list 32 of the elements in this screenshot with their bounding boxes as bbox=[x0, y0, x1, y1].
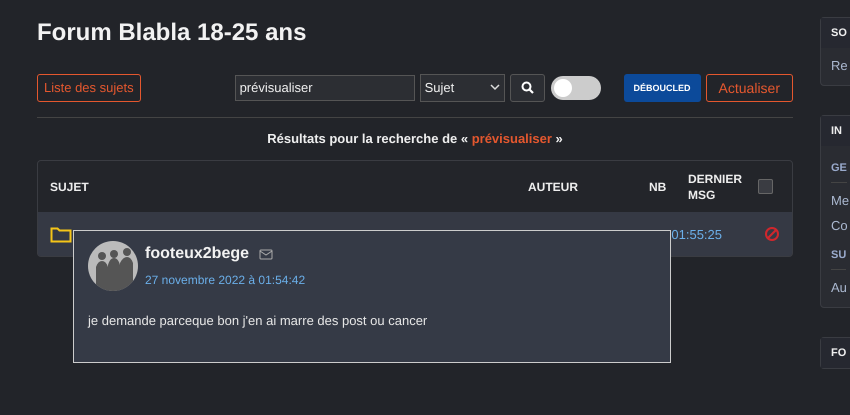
section-heading: GE bbox=[831, 156, 847, 183]
panel-title: IN bbox=[831, 125, 842, 137]
search-type-select[interactable]: Sujet bbox=[420, 74, 505, 102]
topics-list-button[interactable]: Liste des sujets bbox=[37, 74, 141, 102]
folder-icon bbox=[50, 226, 72, 242]
sidebar-link[interactable]: Re bbox=[831, 58, 848, 73]
sidebar-link[interactable]: Au bbox=[831, 280, 847, 295]
message-text: je demande parceque bon j'en ai marre des post ou cancer bbox=[88, 313, 428, 328]
search-results-heading: Résultats pour la recherche de « prévisualiser » bbox=[266, 131, 564, 146]
panel-title: SO bbox=[831, 27, 847, 39]
page-title: Forum Blabla 18-25 ans bbox=[37, 19, 308, 47]
post-date: 27 novembre 2022 à 01:54:42 bbox=[145, 273, 306, 287]
column-header: SUJET bbox=[49, 180, 90, 194]
debloque-button[interactable]: DÉBOUCLED bbox=[624, 74, 701, 102]
refresh-button[interactable]: Actualiser bbox=[706, 74, 793, 102]
column-header: DERNIER MSG bbox=[688, 170, 744, 202]
column-header: AUTEUR bbox=[528, 180, 579, 194]
chevron-down-icon bbox=[490, 84, 500, 91]
panel-title: FO bbox=[831, 347, 846, 359]
search-button[interactable] bbox=[510, 74, 545, 102]
toggle-switch[interactable] bbox=[550, 76, 601, 100]
section-heading: SU bbox=[831, 243, 846, 270]
avatar-icon bbox=[88, 241, 138, 291]
sidebar-link[interactable]: Co bbox=[831, 218, 848, 233]
last-message-time[interactable]: 01:55:25 bbox=[671, 226, 722, 242]
search-field[interactable]: prévisualiser bbox=[234, 74, 415, 100]
column-header: NB bbox=[649, 180, 668, 194]
sidebar-link[interactable]: Me bbox=[831, 193, 850, 208]
search-icon bbox=[520, 81, 534, 94]
author-name[interactable]: footeux2bege bbox=[145, 245, 250, 263]
mail-icon[interactable] bbox=[259, 248, 274, 260]
select-all-checkbox[interactable] bbox=[758, 179, 773, 194]
